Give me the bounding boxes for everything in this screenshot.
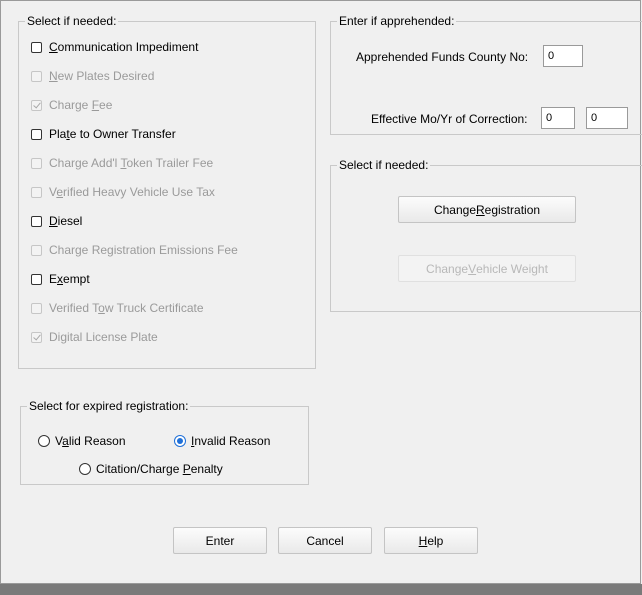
checkbox-box (31, 99, 42, 111)
select-if-needed-group: Select if needed: Communication Impedime… (18, 14, 316, 369)
cancel-button[interactable]: Cancel (278, 527, 372, 554)
checkbox-box (31, 157, 42, 169)
checkmark-icon (33, 100, 41, 108)
checkbox-label: Charge Registration Emissions Fee (49, 243, 238, 257)
enter-if-apprehended-legend: Enter if apprehended: (339, 14, 455, 28)
radio-label: Valid Reason (55, 434, 126, 448)
checkbox-box[interactable] (31, 128, 42, 140)
effective-mo-yr-label: Effective Mo/Yr of Correction: (371, 112, 528, 126)
verified-tow-truck-certificate-checkbox: Verified Tow Truck Certificate (31, 299, 204, 317)
checkbox-box (31, 302, 42, 314)
change-vehicle-weight-button: Change Vehicle Weight (398, 255, 576, 282)
checkbox-label: Verified Tow Truck Certificate (49, 301, 204, 315)
window-bottom-edge (0, 584, 642, 595)
checkbox-label: New Plates Desired (49, 69, 155, 83)
citation-charge-penalty-radio[interactable]: Citation/Charge Penalty (79, 460, 223, 478)
dialog-window: Select if needed: Communication Impedime… (0, 0, 642, 584)
help-button[interactable]: Help (384, 527, 478, 554)
correction-year-input[interactable]: 0 (586, 107, 628, 129)
digital-license-plate-checkbox: Digital License Plate (31, 328, 158, 346)
checkbox-label: Exempt (49, 272, 90, 286)
checkmark-icon (33, 332, 41, 340)
exempt-checkbox[interactable]: Exempt (31, 270, 90, 288)
verified-heavy-vehicle-use-tax-checkbox: Verified Heavy Vehicle Use Tax (31, 183, 215, 201)
valid-reason-radio[interactable]: Valid Reason (38, 432, 126, 450)
apprehended-funds-county-label: Apprehended Funds County No: (356, 50, 529, 64)
select-if-needed-legend: Select if needed: (27, 14, 117, 28)
radio-circle[interactable] (38, 435, 50, 447)
checkbox-box[interactable] (31, 215, 42, 227)
checkbox-label: Verified Heavy Vehicle Use Tax (49, 185, 215, 199)
enter-if-apprehended-group: Enter if apprehended: Apprehended Funds … (330, 14, 642, 135)
select-if-needed-right-group: Select if needed: Change Registration Ch… (330, 158, 642, 312)
new-plates-desired-checkbox: New Plates Desired (31, 67, 154, 85)
checkbox-box[interactable] (31, 41, 42, 53)
checkbox-box (31, 70, 42, 82)
checkbox-box (31, 331, 42, 343)
communication-impediment-checkbox[interactable]: Communication Impediment (31, 38, 198, 56)
diesel-checkbox[interactable]: Diesel (31, 212, 82, 230)
radio-circle[interactable] (79, 463, 91, 475)
charge-fee-checkbox: Charge Fee (31, 96, 112, 114)
correction-month-input[interactable]: 0 (541, 107, 575, 129)
checkbox-label: Diesel (49, 214, 83, 228)
checkbox-label: Digital License Plate (49, 330, 158, 344)
invalid-reason-radio[interactable]: Invalid Reason (174, 432, 270, 450)
change-registration-button[interactable]: Change Registration (398, 196, 576, 223)
checkbox-box (31, 244, 42, 256)
checkbox-label: Charge Fee (49, 98, 113, 112)
checkbox-label: Plate to Owner Transfer (49, 127, 176, 141)
county-no-input[interactable]: 0 (543, 45, 583, 67)
checkbox-label: Charge Add'l Token Trailer Fee (49, 156, 214, 170)
checkbox-label: Communication Impediment (49, 40, 199, 54)
enter-button[interactable]: Enter (173, 527, 267, 554)
checkbox-box (31, 186, 42, 198)
radio-label: Citation/Charge Penalty (96, 462, 223, 476)
radio-circle-selected[interactable] (174, 435, 186, 447)
charge-addl-token-trailer-fee-checkbox: Charge Add'l Token Trailer Fee (31, 154, 213, 172)
expired-registration-legend: Select for expired registration: (29, 399, 189, 413)
checkbox-box[interactable] (31, 273, 42, 285)
plate-to-owner-transfer-checkbox[interactable]: Plate to Owner Transfer (31, 125, 176, 143)
expired-registration-group: Select for expired registration: Valid R… (20, 399, 309, 485)
charge-registration-emissions-fee-checkbox: Charge Registration Emissions Fee (31, 241, 238, 259)
select-if-needed-right-legend: Select if needed: (339, 158, 429, 172)
radio-label: Invalid Reason (191, 434, 271, 448)
